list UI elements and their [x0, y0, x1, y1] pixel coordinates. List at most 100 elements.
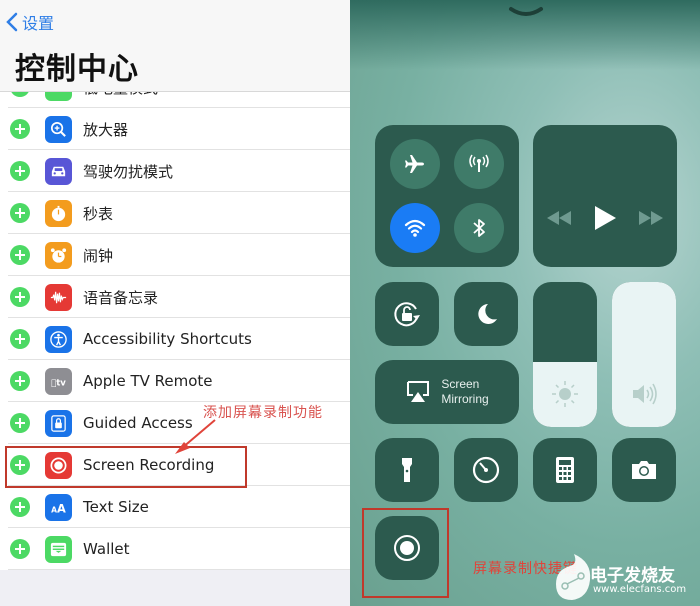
list-item[interactable]: Wallet — [0, 528, 350, 570]
list-item[interactable]: Accessibility Shortcuts — [0, 318, 350, 360]
brightness-slider[interactable] — [533, 282, 597, 427]
navigation-bar: 设置 控制中心 — [0, 0, 350, 92]
speaker-icon — [633, 383, 657, 405]
fast-forward-icon[interactable] — [637, 209, 665, 227]
svg-text:AA: AA — [51, 501, 66, 515]
app-icon-wrap — [45, 115, 72, 143]
wifi-toggle[interactable] — [390, 203, 440, 253]
item-label: Text Size — [83, 498, 149, 516]
app-icon-wrap — [45, 409, 72, 437]
magnifier-icon — [50, 121, 66, 137]
arrow-annotation-icon — [175, 419, 216, 454]
list-item[interactable]: 秒表 — [0, 192, 350, 234]
page-title: 控制中心 — [15, 52, 139, 87]
item-label: Apple TV Remote — [83, 372, 213, 390]
settings-panel: 低电量模式放大器驾驶勿扰模式秒表闹钟语音备忘录Accessibility Sho… — [0, 0, 350, 606]
airplay-icon — [407, 381, 430, 402]
stopwatch-icon — [51, 205, 66, 221]
play-icon[interactable] — [592, 205, 618, 231]
wallet-icon — [50, 542, 67, 556]
list-item[interactable]: tv Apple TV Remote — [0, 360, 350, 402]
moon-icon — [478, 304, 497, 324]
item-label: 闹钟 — [83, 246, 114, 265]
add-button[interactable] — [10, 245, 30, 265]
app-icon-wrap — [45, 241, 72, 269]
volume-slider[interactable] — [612, 282, 676, 427]
dismiss-chevron-icon[interactable] — [508, 5, 544, 21]
app-icon-wrap — [45, 535, 72, 563]
app-icon-wrap — [45, 199, 72, 227]
screen-mirroring-label-line2: Mirroring — [441, 392, 489, 406]
accessibility-icon — [50, 330, 67, 348]
app-icon-wrap: AA — [45, 493, 72, 521]
add-button[interactable] — [10, 539, 30, 559]
control-list: 低电量模式放大器驾驶勿扰模式秒表闹钟语音备忘录Accessibility Sho… — [0, 66, 350, 570]
flashlight-icon — [402, 458, 412, 482]
list-item[interactable]: 语音备忘录 — [0, 276, 350, 318]
antenna-icon — [469, 154, 489, 172]
rotation-lock-toggle[interactable] — [375, 282, 439, 346]
rotation-lock-icon — [394, 302, 420, 327]
lock-icon — [51, 414, 66, 432]
item-label: Accessibility Shortcuts — [83, 330, 252, 348]
screen-mirroring-button[interactable]: Screen Mirroring — [375, 360, 519, 424]
flashlight-button[interactable] — [375, 438, 439, 502]
watermark-url: www.elecfans.com — [593, 584, 687, 595]
alarm-icon — [50, 247, 67, 263]
back-button[interactable]: 设置 — [6, 10, 54, 34]
sun-icon — [552, 381, 578, 407]
rewind-icon[interactable] — [545, 209, 573, 227]
add-button[interactable] — [10, 203, 30, 223]
text-size-icon: AA — [51, 501, 66, 515]
svg-text:tv: tv — [51, 378, 66, 388]
list-item[interactable]: AA Text Size — [0, 486, 350, 528]
cellular-data-toggle[interactable] — [454, 139, 504, 189]
item-label: 放大器 — [83, 120, 129, 139]
do-not-disturb-toggle[interactable] — [454, 282, 518, 346]
car-icon — [51, 166, 66, 176]
list-item[interactable]: 驾驶勿扰模式 — [0, 150, 350, 192]
camera-icon — [632, 461, 656, 479]
connectivity-module — [375, 125, 519, 267]
volume-icon-wrap — [612, 379, 676, 409]
item-label: 秒表 — [83, 204, 114, 223]
add-button[interactable] — [10, 161, 30, 181]
bluetooth-icon — [473, 219, 485, 237]
add-button[interactable] — [10, 371, 30, 391]
list-item[interactable]: 闹钟 — [0, 234, 350, 276]
calculator-icon — [556, 457, 574, 483]
annotation-text: 添加屏幕录制功能 — [203, 405, 323, 421]
airplane-mode-toggle[interactable] — [390, 139, 440, 189]
item-label: 驾驶勿扰模式 — [83, 162, 174, 181]
screen-mirroring-label-line1: Screen — [441, 377, 480, 391]
chevron-left-icon — [6, 12, 18, 32]
back-label: 设置 — [22, 16, 55, 33]
wifi-icon — [404, 219, 426, 237]
add-button[interactable] — [10, 119, 30, 139]
airplane-icon — [405, 155, 424, 173]
add-button[interactable] — [10, 413, 30, 433]
watermark-title: 电子发烧友 — [590, 566, 675, 586]
camera-button[interactable] — [612, 438, 676, 502]
app-icon-wrap — [45, 325, 72, 353]
highlight-box-right — [362, 508, 449, 598]
bluetooth-toggle[interactable] — [454, 203, 504, 253]
brightness-icon-wrap — [533, 379, 597, 409]
item-label: Wallet — [83, 540, 130, 558]
list-footer — [0, 572, 350, 606]
app-icon-wrap: tv — [45, 367, 72, 395]
voice-memo-icon — [50, 291, 67, 303]
screen-mirroring-label: Screen Mirroring — [441, 377, 488, 407]
add-button[interactable] — [10, 329, 30, 349]
timer-icon — [472, 456, 500, 484]
timer-button[interactable] — [454, 438, 518, 502]
item-label: 语音备忘录 — [83, 288, 159, 307]
calculator-button[interactable] — [533, 438, 597, 502]
media-module — [533, 125, 677, 267]
app-icon-wrap — [45, 157, 72, 185]
add-button[interactable] — [10, 497, 30, 517]
apple-tv-icon: tv — [51, 378, 66, 388]
app-icon-wrap — [45, 283, 72, 311]
add-button[interactable] — [10, 287, 30, 307]
list-item[interactable]: 放大器 — [0, 108, 350, 150]
